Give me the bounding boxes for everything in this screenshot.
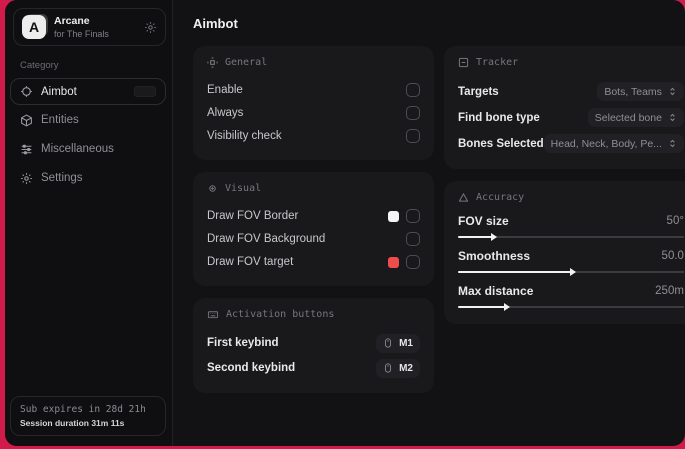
general-card-title: General — [207, 57, 420, 68]
visual-card: Visual Draw FOV Border Draw FOV Backgrou… — [193, 172, 434, 286]
slider-label: Max distance — [458, 284, 534, 298]
setting-label: First keybind — [207, 337, 279, 349]
visual-card-title: Visual — [207, 183, 420, 194]
setting-label: Draw FOV Background — [207, 233, 326, 245]
app-name: Arcane — [54, 15, 90, 27]
tracker-card-title: Tracker — [458, 57, 684, 68]
sliders-icon — [20, 143, 33, 156]
mouse-icon — [385, 338, 392, 348]
second-keybind-button[interactable]: M2 — [376, 358, 420, 378]
sidebar-item-miscellaneous[interactable]: Miscellaneous — [10, 135, 166, 163]
smoothness-slider-group: Smoothness 50.0 — [458, 249, 684, 276]
targets-dropdown[interactable]: Bots, Teams — [597, 82, 684, 101]
draw-fov-background-checkbox[interactable] — [406, 232, 420, 246]
max-distance-slider[interactable] — [458, 303, 684, 311]
crosshair-icon — [20, 85, 33, 98]
session-duration-text: Session duration 31m 11s — [20, 418, 125, 428]
sidebar-item-settings[interactable]: Settings — [10, 164, 166, 192]
always-checkbox[interactable] — [406, 106, 420, 120]
sidebar-nav: Aimbot Entities Miscellaneous Settings — [5, 78, 172, 193]
slider-fill — [458, 303, 511, 311]
gear-icon — [20, 172, 33, 185]
unfold-icon — [670, 87, 675, 96]
focus-icon — [209, 185, 216, 192]
sidebar: A Arcane for The Finals Category Aimbot … — [5, 0, 173, 446]
keyboard-icon — [207, 311, 219, 319]
slider-fill — [458, 233, 497, 241]
accuracy-card: Accuracy FOV size 50° Smoothness 50.0 Ma… — [444, 181, 685, 324]
slider-value: 50° — [666, 215, 684, 227]
bones-selected-dropdown[interactable]: Head, Neck, Body, Pe... — [543, 134, 684, 153]
first-keybind-button[interactable]: M1 — [376, 333, 420, 353]
slider-fill — [458, 268, 576, 276]
setting-row-always: Always — [207, 102, 420, 124]
accuracy-icon — [458, 193, 469, 202]
setting-label: Bones Selected — [458, 137, 544, 150]
fov-size-slider[interactable] — [458, 233, 684, 241]
subscription-info-card: Sub expires in 28d 21h Session duration … — [10, 396, 166, 436]
sidebar-item-label: Aimbot — [41, 85, 77, 98]
draw-fov-target-checkbox[interactable] — [406, 255, 420, 269]
unfold-icon — [670, 139, 675, 148]
activation-card-title: Activation buttons — [207, 309, 420, 320]
category-label: Category — [20, 60, 59, 72]
slider-value: 50.0 — [661, 250, 684, 262]
color-swatch[interactable] — [388, 256, 399, 268]
setting-label: Targets — [458, 85, 499, 98]
grid-icon — [207, 57, 218, 68]
activation-buttons-card: Activation buttons First keybind M1 Seco… — [193, 298, 434, 393]
tracker-icon — [458, 57, 469, 68]
enable-checkbox[interactable] — [406, 83, 420, 97]
setting-row-draw-fov-background: Draw FOV Background — [207, 228, 420, 250]
setting-label: Visibility check — [207, 130, 282, 142]
sidebar-item-label: Settings — [41, 172, 83, 185]
setting-row-enable: Enable — [207, 79, 420, 101]
app-header-card: A Arcane for The Finals — [13, 8, 166, 47]
setting-row-targets: Targets Bots, Teams — [458, 79, 684, 104]
setting-label: Draw FOV target — [207, 256, 294, 268]
setting-row-visibility-check: Visibility check — [207, 125, 420, 147]
setting-row-draw-fov-target: Draw FOV target — [207, 251, 420, 273]
setting-label: Draw FOV Border — [207, 210, 299, 222]
sidebar-item-entities[interactable]: Entities — [10, 106, 166, 134]
sub-expiry-text: Sub expires in 28d 21h — [20, 404, 146, 415]
draw-fov-border-checkbox[interactable] — [406, 209, 420, 223]
find-bone-type-dropdown[interactable]: Selected bone — [587, 108, 684, 127]
main-content: Aimbot General Enable Always Visibility … — [173, 0, 685, 446]
general-card: General Enable Always Visibility check — [193, 46, 434, 160]
color-swatch[interactable] — [388, 210, 399, 222]
max-distance-slider-group: Max distance 250m — [458, 284, 684, 311]
tracker-card: Tracker Targets Bots, Teams Find bone ty… — [444, 46, 685, 169]
sidebar-item-label: Entities — [41, 114, 79, 127]
page-title: Aimbot — [193, 16, 238, 31]
setting-label: Find bone type — [458, 111, 540, 124]
accuracy-card-title: Accuracy — [458, 192, 684, 203]
keybind-hint-pill — [134, 86, 156, 98]
setting-label: Always — [207, 107, 244, 119]
visibility-check-checkbox[interactable] — [406, 129, 420, 143]
setting-label: Second keybind — [207, 362, 296, 374]
slider-label: FOV size — [458, 214, 509, 228]
slider-value: 250m — [655, 285, 684, 297]
setting-row-draw-fov-border: Draw FOV Border — [207, 205, 420, 227]
sidebar-item-label: Miscellaneous — [41, 143, 114, 156]
app-logo: A — [22, 15, 46, 40]
fov-size-slider-group: FOV size 50° — [458, 214, 684, 241]
setting-row-second-keybind: Second keybind M2 — [207, 356, 420, 380]
app-subtitle: for The Finals — [54, 29, 109, 40]
app-window: A Arcane for The Finals Category Aimbot … — [5, 0, 685, 446]
slider-label: Smoothness — [458, 249, 531, 263]
gear-icon[interactable] — [144, 21, 157, 34]
setting-row-bones-selected: Bones Selected Head, Neck, Body, Pe... — [458, 131, 684, 156]
setting-row-find-bone-type: Find bone type Selected bone — [458, 105, 684, 130]
mouse-icon — [385, 363, 392, 373]
entities-icon — [20, 114, 33, 127]
setting-row-first-keybind: First keybind M1 — [207, 331, 420, 355]
sidebar-item-aimbot[interactable]: Aimbot — [10, 78, 166, 106]
unfold-icon — [670, 113, 675, 122]
smoothness-slider[interactable] — [458, 268, 684, 276]
setting-label: Enable — [207, 84, 243, 96]
